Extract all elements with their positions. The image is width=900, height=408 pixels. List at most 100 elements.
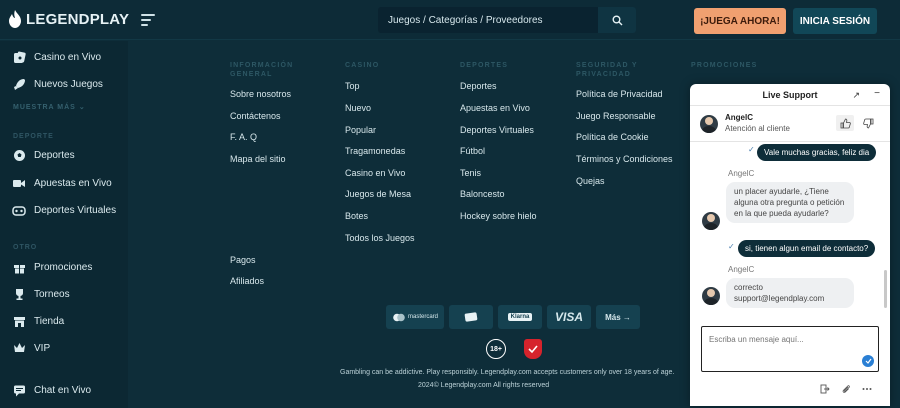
menu-toggle-icon[interactable]	[141, 14, 155, 26]
footer-link[interactable]: Top	[345, 81, 360, 91]
sidebar-item-casino-live[interactable]: Casino en Vivo	[12, 50, 101, 64]
footer-link[interactable]: Tragamonedas	[345, 146, 405, 156]
footer-link[interactable]: Deportes Virtuales	[460, 125, 534, 135]
sidebar-item-label: Apuestas en Vivo	[34, 177, 112, 189]
sidebar-item-sports[interactable]: Deportes	[12, 148, 75, 162]
footer-link[interactable]: Botes	[345, 211, 368, 221]
payment-methods: mastercard Klarna VISA Más →	[386, 305, 640, 329]
footer-link[interactable]: Baloncesto	[460, 189, 505, 199]
column-heading: SEGURIDAD Y PRIVACIDAD	[576, 62, 638, 78]
klarna-logo: Klarna	[498, 305, 542, 329]
footer-link[interactable]: Casino en Vivo	[345, 168, 405, 178]
play-now-button[interactable]: ¡JUEGA AHORA!	[694, 8, 786, 34]
sidebar-item-live-chat[interactable]: Chat en Vivo	[12, 383, 91, 397]
login-button[interactable]: INICIA SESIÓN	[793, 8, 877, 34]
footer-link[interactable]: Apuestas en Vivo	[460, 103, 530, 113]
agent-message: correcto support@legendplay.com	[726, 278, 854, 308]
copyright-text: 2024© Legendplay.com All rights reserved	[418, 382, 550, 389]
visa-logo: VISA	[547, 305, 591, 329]
sidebar-item-virtual-sports[interactable]: Deportes Virtuales	[12, 203, 116, 217]
trophy-icon	[12, 287, 26, 301]
top-bar: LEGENDPLAY Juegos / Categorías / Proveed…	[0, 0, 900, 40]
footer-link[interactable]: Mapa del sitio	[230, 154, 286, 164]
chevron-down-icon: ⌄	[78, 104, 86, 111]
chat-header: Live Support ↗ −	[690, 84, 890, 106]
sidebar-item-label: Tienda	[34, 315, 65, 327]
sidebar-item-promotions[interactable]: Promociones	[12, 260, 92, 274]
exit-chat-icon[interactable]	[820, 384, 830, 394]
sidebar: Casino en Vivo Nuevos Juegos MUESTRA MÁS…	[0, 41, 128, 408]
search-bar[interactable]: Juegos / Categorías / Proveedores	[378, 7, 636, 33]
footer-link[interactable]: Política de Cookie	[576, 132, 649, 142]
attachment-icon[interactable]	[841, 384, 851, 394]
footer-link[interactable]: Sobre nosotros	[230, 89, 291, 99]
footer-link[interactable]: Popular	[345, 125, 376, 135]
expand-icon[interactable]: ↗	[852, 90, 860, 101]
footer-link[interactable]: Deportes	[460, 81, 497, 91]
footer-link[interactable]: F. A. Q	[230, 132, 257, 142]
footer-link[interactable]: Quejas	[576, 176, 605, 186]
message-input[interactable]	[709, 335, 849, 344]
message-scrollbar[interactable]	[884, 270, 887, 308]
section-title-other: OTRO	[13, 244, 38, 251]
gift-icon	[12, 260, 26, 274]
search-icon	[612, 15, 622, 25]
sidebar-item-label: Promociones	[34, 261, 93, 273]
footer-link[interactable]: Todos los Juegos	[345, 233, 415, 243]
crown-icon	[12, 341, 26, 355]
logo[interactable]: LEGENDPLAY	[8, 10, 129, 28]
age-18-badge: 18+	[486, 339, 506, 359]
sidebar-item-live-bets[interactable]: Apuestas en Vivo	[12, 176, 112, 190]
footer-link[interactable]: Nuevo	[345, 103, 371, 113]
search-input[interactable]: Juegos / Categorías / Proveedores	[378, 15, 598, 26]
more-options-icon[interactable]	[862, 384, 872, 394]
logo-text: LEGENDPLAY	[26, 10, 130, 28]
regulator-badge	[524, 339, 542, 359]
show-more-link[interactable]: MUESTRA MÁS ⌄	[13, 103, 86, 111]
sidebar-item-vip[interactable]: VIP	[12, 341, 50, 355]
column-heading: DEPORTES	[460, 62, 509, 69]
chat-bubble-icon	[12, 383, 26, 397]
sidebar-item-new-games[interactable]: Nuevos Juegos	[12, 77, 103, 91]
user-message: si, tienen algun email de contacto?	[738, 240, 876, 257]
footer-link[interactable]: Fútbol	[460, 146, 485, 156]
message-sender: AngelC	[728, 169, 755, 178]
sidebar-item-shop[interactable]: Tienda	[12, 314, 64, 328]
footer-link[interactable]: Contáctenos	[230, 111, 281, 121]
video-camera-icon	[12, 176, 26, 190]
user-message: Vale muchas gracias, feliz dia	[757, 144, 877, 161]
sidebar-item-label: Nuevos Juegos	[34, 78, 103, 90]
more-payments-button[interactable]: Más →	[596, 305, 640, 329]
sidebar-item-label: Chat en Vivo	[34, 384, 92, 396]
sidebar-item-tournaments[interactable]: Torneos	[12, 287, 70, 301]
footer-link[interactable]: Términos y Condiciones	[576, 154, 673, 164]
message-list: ✓ Vale muchas gracias, feliz dia AngelC …	[690, 142, 890, 322]
footer-link[interactable]: Hockey sobre hielo	[460, 211, 537, 221]
read-check-icon: ✓	[728, 242, 735, 251]
rocket-icon	[12, 77, 26, 91]
agent-message: un placer ayudarle, ¿Tiene alguna otra p…	[726, 182, 854, 223]
chat-toolbar	[820, 384, 872, 394]
footer-link[interactable]: Juego Responsable	[576, 111, 656, 121]
footer-link[interactable]: Política de Privacidad	[576, 89, 663, 99]
check-send-icon	[865, 358, 871, 364]
thumbs-up-icon[interactable]	[836, 115, 854, 131]
agent-name: AngelC	[725, 113, 753, 122]
search-button[interactable]	[598, 7, 636, 33]
thumbs-down-icon[interactable]	[859, 115, 877, 131]
send-button[interactable]	[862, 355, 874, 367]
footer-link-affiliates[interactable]: Afiliados	[230, 276, 264, 286]
chat-title: Live Support	[762, 89, 818, 100]
agent-role: Atención al cliente	[725, 124, 790, 133]
live-support-widget: Live Support ↗ − AngelC Atención al clie…	[690, 84, 890, 406]
agent-info: AngelC Atención al cliente	[690, 106, 890, 142]
footer-link[interactable]: Juegos de Mesa	[345, 189, 411, 199]
casino-chip-icon	[12, 50, 26, 64]
flame-logo-icon	[9, 10, 21, 28]
minimize-icon[interactable]: −	[874, 88, 880, 99]
sidebar-item-label: VIP	[34, 342, 51, 354]
gamepad-icon	[12, 203, 26, 217]
footer-link-payments[interactable]: Pagos	[230, 255, 256, 265]
read-check-icon: ✓	[748, 145, 755, 154]
footer-link[interactable]: Tenis	[460, 168, 481, 178]
